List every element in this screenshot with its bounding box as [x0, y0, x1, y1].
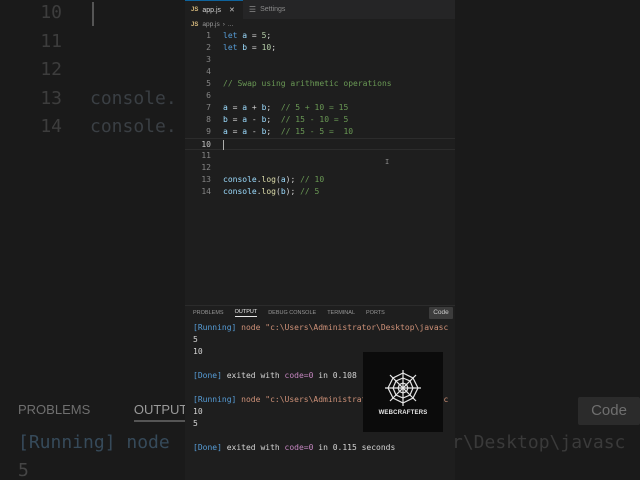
- line-number: 2: [206, 43, 211, 52]
- line-number: 7: [206, 103, 211, 112]
- line-number: 11: [201, 151, 211, 160]
- output-line: [Done] exited with code=0 in 0.115 secon…: [193, 443, 396, 452]
- line-number: 9: [206, 127, 211, 136]
- breadcrumb-separator: ›: [222, 21, 225, 28]
- breadcrumb-rest[interactable]: ...: [228, 21, 233, 28]
- line-number: 14: [201, 187, 211, 196]
- code-runner-dropdown[interactable]: Code: [429, 307, 453, 319]
- bg-code-line: 12: [40, 59, 62, 80]
- webcrafters-logo: WEBCRAFTERS: [363, 352, 443, 432]
- line-code: a = a + b; // 5 + 10 = 15: [223, 103, 349, 112]
- line-code: // Swap using arithmetic operations: [223, 79, 392, 88]
- code-line-9[interactable]: 9 a = a - b; // 15 - 5 = 10: [185, 126, 455, 138]
- line-number: 12: [201, 163, 211, 172]
- line-number: 4: [206, 67, 211, 76]
- code-line-6[interactable]: 6: [185, 90, 455, 102]
- code-line-3[interactable]: 3: [185, 54, 455, 66]
- bg-running-text: [Running] node: [18, 432, 170, 453]
- tab-label: app.js: [202, 6, 222, 14]
- text-cursor: [223, 140, 224, 150]
- tab-debug-console[interactable]: DEBUG CONSOLE: [268, 310, 316, 316]
- code-line-8[interactable]: 8 b = a - b; // 15 - 10 = 5: [185, 114, 455, 126]
- line-code: let b = 10;: [223, 43, 277, 52]
- breadcrumb: JS app.js › ...: [185, 19, 455, 30]
- code-line-14[interactable]: 14 console.log(b); // 5: [185, 186, 455, 198]
- bg-code-line: 11: [40, 30, 62, 52]
- output-line: [Running] node "c:\Users\Administrator\D…: [193, 323, 449, 332]
- js-file-icon: JS: [191, 7, 199, 13]
- tab-settings[interactable]: ☰ Settings: [243, 0, 293, 19]
- line-number: 6: [206, 91, 211, 100]
- code-line-5[interactable]: 5 // Swap using arithmetic operations: [185, 78, 455, 90]
- line-number: 13: [201, 175, 211, 184]
- bg-tab-problems: PROBLEMS: [18, 402, 91, 417]
- close-icon[interactable]: ✕: [229, 6, 235, 14]
- code-line-7[interactable]: 7 a = a + b; // 5 + 10 = 15: [185, 102, 455, 114]
- code-line-2[interactable]: 2 let b = 10;: [185, 42, 455, 54]
- bg-tab-output: OUTPUT: [133, 402, 188, 422]
- bg-code-line: 14 console.: [40, 116, 177, 137]
- line-number: 1: [206, 31, 211, 40]
- code-line-1[interactable]: 1 let a = 5;: [185, 30, 455, 42]
- line-code: console.log(b); // 5: [223, 187, 320, 196]
- bg-path-text: r\Desktop\javasc: [452, 432, 626, 453]
- line-number: 5: [206, 79, 211, 88]
- breadcrumb-file[interactable]: app.js: [202, 21, 219, 28]
- spider-web-icon: [385, 370, 421, 406]
- bg-code-line: 10: [0, 2, 94, 26]
- tab-output[interactable]: OUTPUT: [234, 309, 258, 317]
- editor-tabs: JS app.js ✕ ☰ Settings: [185, 0, 455, 19]
- code-editor[interactable]: 1 let a = 5; 2 let b = 10; 3 4 5 // Swap using …: [185, 30, 455, 305]
- tab-label: Settings: [260, 6, 286, 13]
- line-code: console.log(a); // 10: [223, 175, 325, 184]
- line-code: a = a - b; // 15 - 5 = 10: [223, 127, 354, 136]
- code-line-10[interactable]: 10: [185, 138, 455, 150]
- line-code: b = a - b; // 15 - 10 = 5: [223, 115, 349, 124]
- code-line-4[interactable]: 4: [185, 66, 455, 78]
- output-line: 5: [193, 335, 198, 344]
- line-number: 3: [206, 55, 211, 64]
- js-file-icon: JS: [191, 21, 199, 28]
- logo-text: WEBCRAFTERS: [378, 410, 428, 416]
- tab-app-js[interactable]: JS app.js ✕: [185, 0, 243, 19]
- panel-tabs: PROBLEMS OUTPUT DEBUG CONSOLE TERMINAL P…: [185, 306, 455, 320]
- line-number: 8: [206, 115, 211, 124]
- tab-problems[interactable]: PROBLEMS: [193, 310, 224, 316]
- code-line-12[interactable]: 12: [185, 162, 455, 174]
- code-line-13[interactable]: 13 console.log(a); // 10: [185, 174, 455, 186]
- bg-output-five: 5: [18, 460, 29, 480]
- gear-icon: ☰: [248, 5, 257, 14]
- line-code: let a = 5;: [223, 31, 272, 40]
- mouse-ibeam-icon: I: [385, 158, 390, 166]
- bg-code-button: Code: [578, 397, 640, 425]
- bg-code-line: 13 console.: [40, 87, 177, 109]
- tab-terminal[interactable]: TERMINAL: [327, 310, 355, 316]
- tab-ports[interactable]: PORTS: [366, 310, 385, 316]
- code-line-11[interactable]: 11: [185, 150, 455, 162]
